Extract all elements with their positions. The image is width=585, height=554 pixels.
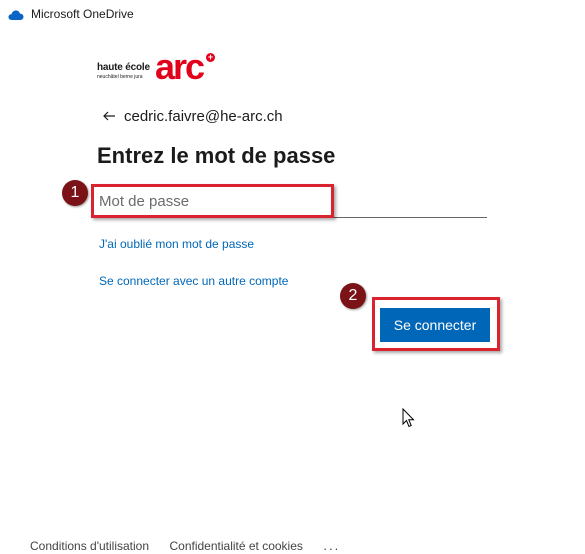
- footer: Conditions d'utilisation Confidentialité…: [30, 537, 340, 553]
- password-input[interactable]: [99, 188, 487, 218]
- account-email: cedric.faivre@he-arc.ch: [124, 108, 283, 125]
- onedrive-cloud-icon: [8, 10, 24, 20]
- mouse-cursor-icon: [402, 408, 415, 428]
- he-arc-logo: haute école neuchâtel berne jura arc +: [97, 49, 222, 89]
- step-badge-2: 2: [340, 283, 366, 309]
- logo-text-line2: neuchâtel berne jura: [97, 74, 143, 80]
- signin-window: Microsoft OneDrive haute école neuchâtel…: [0, 0, 585, 554]
- forgot-password-link[interactable]: J'ai oublié mon mot de passe: [99, 237, 254, 251]
- page-title: Entrez le mot de passe: [97, 143, 336, 168]
- arrow-left-icon[interactable]: [102, 109, 116, 123]
- title-bar: Microsoft OneDrive: [0, 0, 585, 30]
- logo-text-line1: haute école: [97, 62, 150, 73]
- step-badge-1: 1: [62, 180, 88, 206]
- more-options-button[interactable]: ...: [323, 538, 340, 553]
- privacy-link[interactable]: Confidentialité et cookies: [169, 539, 302, 553]
- logo-mark: arc: [155, 46, 205, 87]
- terms-link[interactable]: Conditions d'utilisation: [30, 539, 149, 553]
- signin-button[interactable]: Se connecter: [380, 308, 490, 342]
- logo-plus-icon: +: [206, 52, 215, 62]
- window-title: Microsoft OneDrive: [31, 7, 134, 21]
- other-account-link[interactable]: Se connecter avec un autre compte: [99, 274, 288, 288]
